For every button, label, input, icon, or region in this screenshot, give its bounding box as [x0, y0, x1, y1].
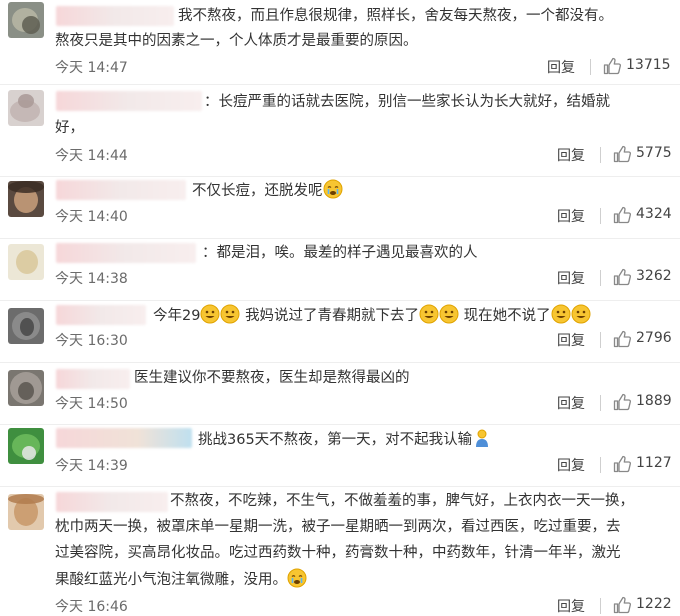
- like-count: 1127: [636, 455, 672, 471]
- comment-text-content: 现在她不说了: [463, 308, 551, 324]
- comment-text-content: 果酸红蓝光小气泡注氧微雕，没用。: [55, 572, 287, 588]
- divider: [590, 59, 591, 75]
- like-count: 1889: [636, 393, 672, 409]
- reply-button[interactable]: 回复: [547, 57, 575, 77]
- avatar[interactable]: [8, 90, 44, 126]
- crying-face-emoji: [287, 568, 307, 588]
- username[interactable]: [56, 492, 168, 512]
- thumbs-up-icon[interactable]: [613, 455, 631, 473]
- comment-item: 不熬夜，不吃辣，不生气，不做羞羞的事，脾气好，上衣内衣一天一换， 枕巾两天一换，…: [0, 486, 680, 616]
- comment-item: 挑战365天不熬夜，第一天，对不起我认输 今天 14:39 回复 1127: [0, 424, 680, 487]
- comment-text: 我不熬夜，而且作息很规律，照样长，舍友每天熬夜，一个都没有。: [178, 8, 613, 24]
- comment-text: 过美容院，买高昂化妆品。吃过西药数十种，药膏数十种，中药数年，针清一年半，激光: [55, 545, 621, 561]
- reply-button[interactable]: 回复: [557, 268, 585, 288]
- comment-item: ：长痘严重的话就去医院，别信一些家长认为长大就好，结婚就 好， 今天 14:44…: [0, 84, 680, 177]
- timestamp: 今天 14:47: [55, 60, 128, 76]
- comment-text-content: 不仅长痘，还脱发呢: [192, 183, 323, 199]
- grin-face-emoji: [571, 304, 591, 324]
- comment-item: 不仅长痘，还脱发呢 今天 14:40 回复 4324: [0, 176, 680, 239]
- thumbs-up-icon[interactable]: [613, 268, 631, 286]
- comment-text-content: 今年29: [153, 308, 201, 324]
- reply-button[interactable]: 回复: [557, 393, 585, 413]
- reply-button[interactable]: 回复: [557, 455, 585, 475]
- thumbs-up-icon[interactable]: [613, 393, 631, 411]
- grin-face-emoji: [200, 304, 220, 324]
- person-emoji: [476, 429, 489, 447]
- timestamp: 今天 16:46: [55, 599, 128, 615]
- grin-face-emoji: [551, 304, 571, 324]
- reply-button[interactable]: 回复: [557, 596, 585, 616]
- thumbs-up-icon[interactable]: [603, 57, 621, 75]
- reply-button[interactable]: 回复: [557, 206, 585, 226]
- username[interactable]: [56, 243, 196, 263]
- timestamp: 今天 14:40: [55, 209, 128, 225]
- timestamp: 今天 14:39: [55, 458, 128, 474]
- comment-text: ：长痘严重的话就去医院，别信一些家长认为长大就好，结婚就: [204, 94, 610, 110]
- like-count: 2796: [636, 330, 672, 346]
- divider: [600, 208, 601, 224]
- reply-button[interactable]: 回复: [557, 145, 585, 165]
- avatar[interactable]: [8, 428, 44, 464]
- divider: [600, 598, 601, 614]
- username[interactable]: [56, 305, 146, 325]
- comment-text: 好，: [55, 120, 84, 136]
- comment-item: ：都是泪，唉。最差的样子遇见最喜欢的人 今天 14:38 回复 3262: [0, 238, 680, 301]
- avatar[interactable]: [8, 494, 44, 530]
- grin-face-emoji: [220, 304, 240, 324]
- username[interactable]: [56, 428, 192, 448]
- comment-text: 不仅长痘，还脱发呢: [192, 179, 343, 202]
- comment-text: 挑战365天不熬夜，第一天，对不起我认输: [198, 428, 492, 451]
- like-count: 5775: [636, 145, 672, 161]
- like-count: 1222: [636, 596, 672, 612]
- avatar[interactable]: [8, 2, 44, 38]
- thumbs-up-icon[interactable]: [613, 330, 631, 348]
- comment-text-content: 挑战365天不熬夜，第一天，对不起我认输: [198, 432, 473, 448]
- divider: [600, 270, 601, 286]
- avatar[interactable]: [8, 181, 44, 217]
- timestamp: 今天 14:50: [55, 396, 128, 412]
- divider: [600, 395, 601, 411]
- username[interactable]: [56, 6, 174, 26]
- timestamp: 今天 14:38: [55, 271, 128, 287]
- timestamp: 今天 14:44: [55, 148, 128, 164]
- comment-item: 今年29 我妈说过了青春期就下去了 现在她不说了 今天 16:30 回复 279…: [0, 300, 680, 363]
- comment-text: ：都是泪，唉。最差的样子遇见最喜欢的人: [202, 245, 478, 261]
- comment-text: 今年29 我妈说过了青春期就下去了 现在她不说了: [153, 304, 591, 327]
- divider: [600, 332, 601, 348]
- username[interactable]: [56, 369, 130, 389]
- username[interactable]: [56, 91, 202, 111]
- comment-text-content: 我妈说过了青春期就下去了: [245, 308, 420, 324]
- thumbs-up-icon[interactable]: [613, 596, 631, 614]
- like-count: 13715: [626, 57, 671, 73]
- divider: [600, 147, 601, 163]
- reply-button[interactable]: 回复: [557, 330, 585, 350]
- avatar[interactable]: [8, 244, 44, 280]
- thumbs-up-icon[interactable]: [613, 145, 631, 163]
- thumbs-up-icon[interactable]: [613, 206, 631, 224]
- grin-face-emoji: [439, 304, 459, 324]
- avatar[interactable]: [8, 370, 44, 406]
- comment-text: 熬夜只是其中的因素之一，个人体质才是最重要的原因。: [55, 33, 418, 49]
- username[interactable]: [56, 180, 186, 200]
- avatar[interactable]: [8, 308, 44, 344]
- like-count: 4324: [636, 206, 672, 222]
- comment-text: 枕巾两天一换，被罩床单一星期一洗，被子一星期晒一到两次，看过西医，吃过重要，去: [55, 519, 621, 535]
- timestamp: 今天 16:30: [55, 333, 128, 349]
- comment-item: 医生建议你不要熬夜，医生却是熬得最凶的 今天 14:50 回复 1889: [0, 362, 680, 425]
- grin-face-emoji: [419, 304, 439, 324]
- comment-text: 果酸红蓝光小气泡注氧微雕，没用。: [55, 568, 307, 591]
- comment-item: 我不熬夜，而且作息很规律，照样长，舍友每天熬夜，一个都没有。 熬夜只是其中的因素…: [0, 0, 680, 85]
- crying-face-emoji: [323, 179, 342, 199]
- comment-text: 医生建议你不要熬夜，医生却是熬得最凶的: [134, 370, 410, 386]
- divider: [600, 457, 601, 473]
- like-count: 3262: [636, 268, 672, 284]
- comment-text: 不熬夜，不吃辣，不生气，不做羞羞的事，脾气好，上衣内衣一天一换，: [170, 493, 634, 509]
